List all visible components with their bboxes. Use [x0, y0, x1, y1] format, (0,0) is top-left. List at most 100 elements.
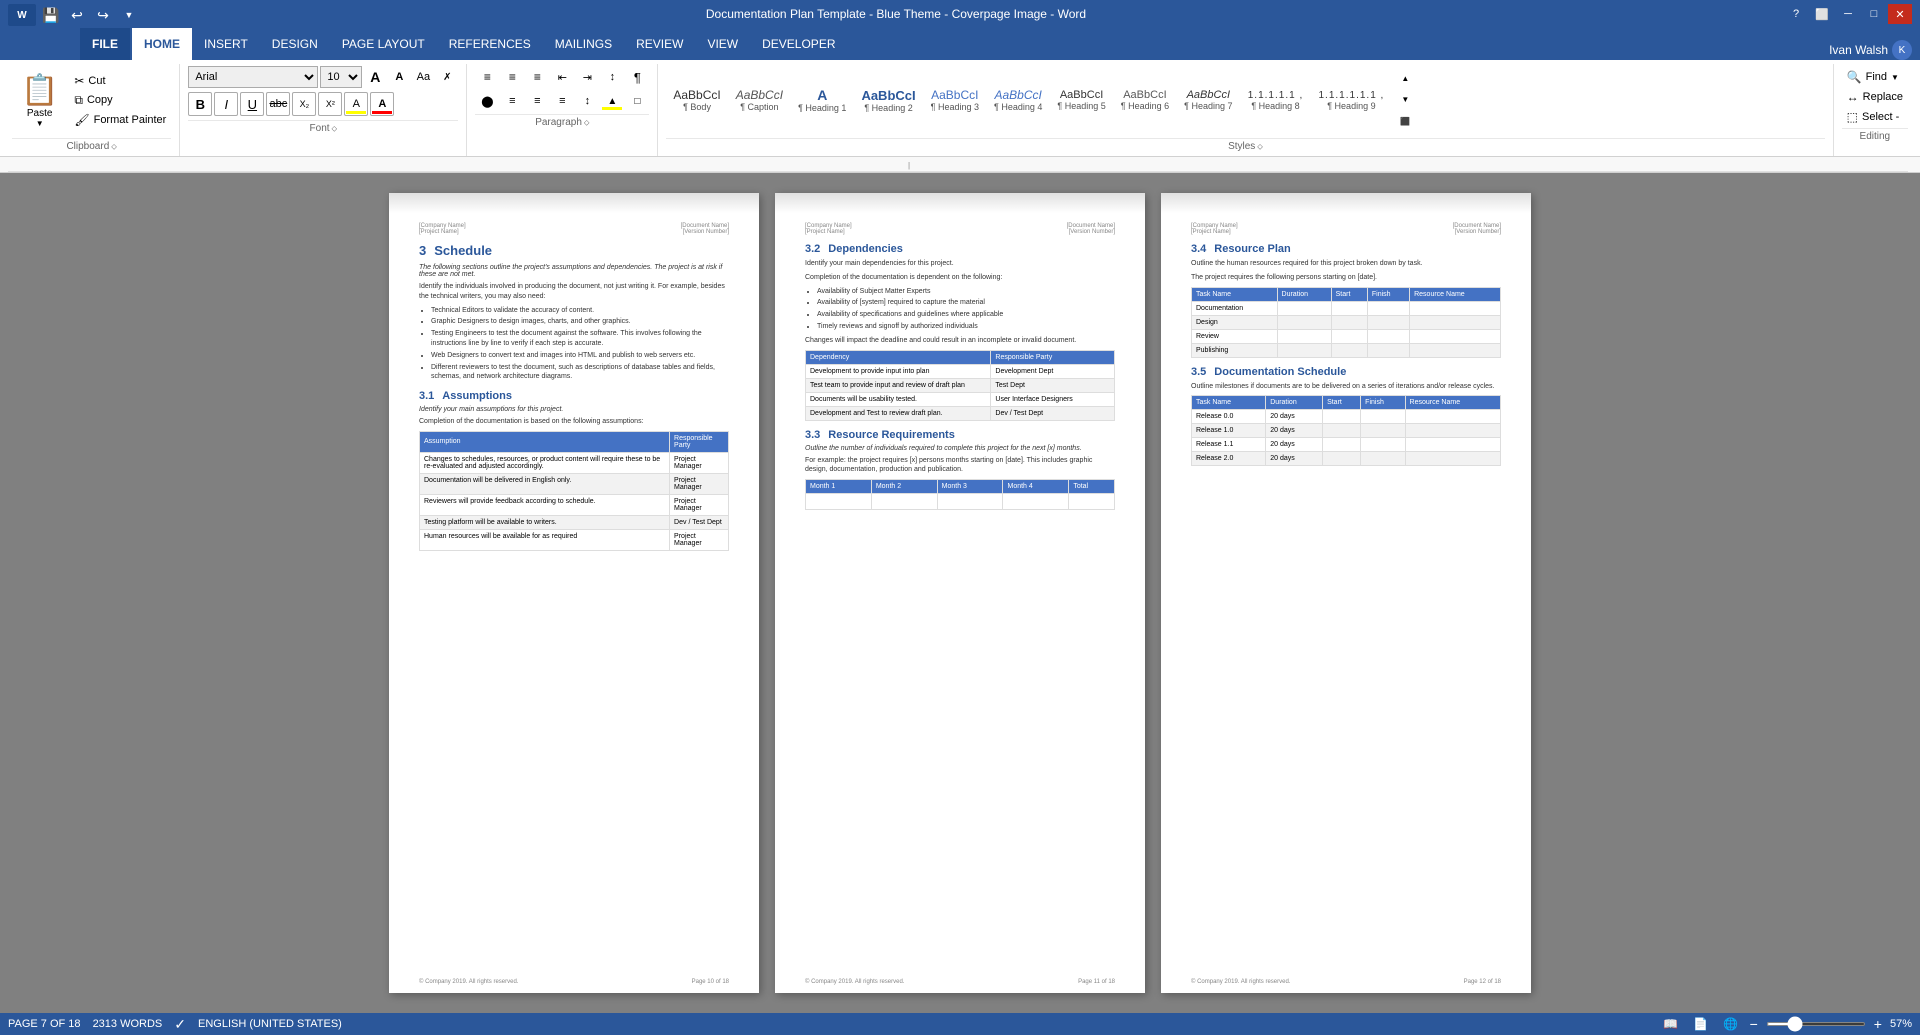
strikethrough-button[interactable]: abc: [266, 92, 290, 116]
zoom-out-icon[interactable]: −: [1750, 1016, 1758, 1032]
editing-group: 🔍 Find ▼ ↔ Replace ⬚ Select - Editing: [1834, 64, 1916, 156]
cut-button[interactable]: ✂ Cut: [69, 72, 171, 90]
style-caption[interactable]: AaBbCcI ¶ Caption: [729, 85, 790, 115]
style-heading2[interactable]: AaBbCcI ¶ Heading 2: [854, 85, 922, 116]
tab-review[interactable]: REVIEW: [624, 28, 695, 60]
tab-developer[interactable]: DEVELOPER: [750, 28, 847, 60]
change-case-button[interactable]: Aa: [412, 66, 434, 88]
line-spacing-button[interactable]: ↕: [575, 90, 599, 112]
align-left-button[interactable]: ⬤: [475, 90, 499, 112]
page-header-1: [Company Name] [Project Name] [Document …: [419, 223, 729, 235]
paste-button[interactable]: 📋 Paste ▼: [12, 68, 67, 133]
align-right-button[interactable]: ≡: [525, 90, 549, 112]
save-button[interactable]: 💾: [40, 4, 62, 26]
styles-expand-button[interactable]: ⬛: [1394, 111, 1416, 132]
paste-dropdown[interactable]: ▼: [36, 119, 44, 128]
superscript-button[interactable]: X²: [318, 92, 342, 116]
help-button[interactable]: ?: [1784, 4, 1808, 24]
clear-formatting-button[interactable]: ✗: [436, 66, 458, 88]
shrink-font-button[interactable]: A: [388, 66, 410, 88]
customize-quick-access-button[interactable]: ▼: [118, 4, 140, 26]
page-header-2: [Company Name] [Project Name] [Document …: [805, 223, 1115, 235]
zoom-slider[interactable]: [1766, 1022, 1866, 1026]
close-button[interactable]: ✕: [1888, 4, 1912, 24]
footer-copyright-3: © Company 2019. All rights reserved.: [1191, 979, 1290, 985]
paragraph-expand-icon[interactable]: ⬦: [584, 118, 590, 128]
dependencies-bullets: Availability of Subject Matter Experts A…: [805, 287, 1115, 332]
editing-group-label: Editing: [1842, 128, 1908, 144]
col-total: Total: [1069, 480, 1115, 494]
italic-button[interactable]: I: [214, 92, 238, 116]
align-center-button[interactable]: ≡: [500, 90, 524, 112]
section-33-heading: 3.3 Resource Requirements: [805, 429, 1115, 441]
resource-req-table: Month 1 Month 2 Month 3 Month 4 Total: [805, 479, 1115, 510]
section-35-intro: Outline milestones if documents are to b…: [1191, 382, 1501, 392]
ds-col-duration: Duration: [1266, 396, 1323, 410]
tab-home[interactable]: HOME: [132, 28, 192, 60]
page-dependencies: [Company Name] [Project Name] [Document …: [775, 193, 1145, 993]
styles-expand-icon[interactable]: ⬦: [1257, 142, 1263, 152]
borders-button[interactable]: □: [625, 90, 649, 112]
bullets-button[interactable]: ≡: [475, 66, 499, 88]
format-painter-button[interactable]: 🖌 Format Painter: [69, 111, 171, 129]
bold-button[interactable]: B: [188, 92, 212, 116]
style-heading9[interactable]: 1.1.1.1.1.1 , ¶ Heading 9: [1312, 87, 1392, 114]
rp-col-duration: Duration: [1277, 287, 1331, 301]
tab-view[interactable]: VIEW: [695, 28, 750, 60]
increase-indent-button[interactable]: ⇥: [575, 66, 599, 88]
style-heading7[interactable]: AaBbCcI ¶ Heading 7: [1177, 86, 1239, 114]
highlight-color-indicator: [346, 111, 366, 114]
tab-design[interactable]: DESIGN: [260, 28, 330, 60]
styles-scroll-down-button[interactable]: ▼: [1394, 89, 1416, 110]
grow-font-button[interactable]: A: [364, 66, 386, 88]
clipboard-expand-icon[interactable]: ⬦: [111, 142, 117, 152]
cut-label: Cut: [88, 75, 105, 87]
document-area[interactable]: [Company Name] [Project Name] [Document …: [0, 173, 1920, 1013]
tab-file[interactable]: FILE: [80, 28, 130, 60]
minimize-button[interactable]: ─: [1836, 4, 1860, 24]
maximize-button[interactable]: □: [1862, 4, 1886, 24]
tab-mailings[interactable]: MAILINGS: [543, 28, 624, 60]
subscript-button[interactable]: X₂: [292, 92, 316, 116]
font-size-select[interactable]: 10: [320, 66, 362, 88]
undo-button[interactable]: ↩: [66, 4, 88, 26]
styles-scroll-up-button[interactable]: ▲: [1394, 68, 1416, 89]
font-name-select[interactable]: Arial: [188, 66, 318, 88]
copy-button[interactable]: ⧉ Copy: [69, 91, 171, 110]
format-painter-label: Format Painter: [94, 114, 167, 126]
zoom-in-icon[interactable]: +: [1874, 1016, 1882, 1032]
style-heading6[interactable]: AaBbCcI ¶ Heading 6: [1114, 86, 1176, 114]
tab-references[interactable]: REFERENCES: [437, 28, 543, 60]
svg-text:|: |: [908, 161, 910, 170]
paste-label: Paste: [27, 108, 53, 119]
tab-page-layout[interactable]: PAGE LAYOUT: [330, 28, 437, 60]
style-heading5[interactable]: AaBbCcI ¶ Heading 5: [1050, 86, 1112, 114]
show-marks-button[interactable]: ¶: [625, 66, 649, 88]
footer-copyright-1: © Company 2019. All rights reserved.: [419, 979, 518, 985]
select-button[interactable]: ⬚ Select -: [1842, 108, 1908, 126]
replace-button[interactable]: ↔ Replace: [1842, 88, 1908, 106]
bullet-item: Web Designers to convert text and images…: [431, 351, 729, 361]
numbering-button[interactable]: ≡: [500, 66, 524, 88]
style-heading4[interactable]: AaBbCcI ¶ Heading 4: [987, 85, 1049, 115]
find-button[interactable]: 🔍 Find ▼: [1842, 68, 1908, 86]
decrease-indent-button[interactable]: ⇤: [550, 66, 574, 88]
tab-insert[interactable]: INSERT: [192, 28, 260, 60]
paragraph-row2: ⬤ ≡ ≡ ≡ ↕ ▲ □: [475, 90, 649, 112]
user-name: Ivan Walsh: [1829, 43, 1888, 57]
sort-button[interactable]: ↕: [600, 66, 624, 88]
style-body[interactable]: AaBbCcI ¶ Body: [666, 85, 727, 115]
page-footer-3: © Company 2019. All rights reserved. Pag…: [1191, 979, 1501, 985]
paragraph-group: ≡ ≡ ≡ ⇤ ⇥ ↕ ¶ ⬤ ≡ ≡ ≡ ↕: [467, 64, 658, 156]
font-expand-icon[interactable]: ⬦: [332, 124, 338, 134]
justify-button[interactable]: ≡: [550, 90, 574, 112]
ribbon-toggle-button[interactable]: ⬜: [1810, 4, 1834, 24]
style-heading1[interactable]: A ¶ Heading 1: [791, 84, 853, 116]
style-heading8[interactable]: 1.1.1.1.1 , ¶ Heading 8: [1241, 87, 1311, 114]
style-heading3[interactable]: AaBbCcI ¶ Heading 3: [924, 85, 986, 115]
redo-button[interactable]: ↪: [92, 4, 114, 26]
underline-button[interactable]: U: [240, 92, 264, 116]
multilevel-list-button[interactable]: ≡: [525, 66, 549, 88]
font-style-row: B I U abc X₂ X² A A: [188, 92, 458, 116]
ribbon: FILE HOME INSERT DESIGN PAGE LAYOUT REFE…: [0, 28, 1920, 157]
